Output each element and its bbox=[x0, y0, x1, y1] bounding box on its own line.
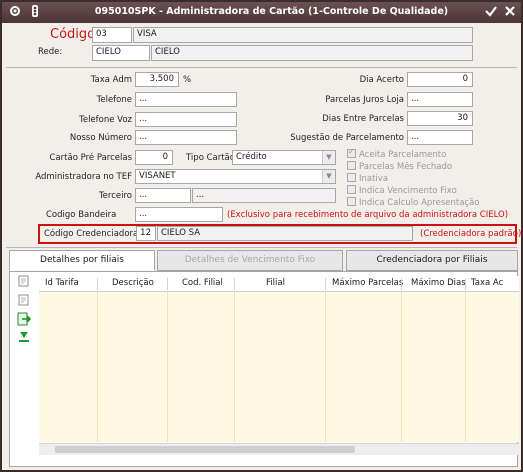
indica-calculo-checkbox[interactable]: Indica Calculo Apresentação bbox=[347, 197, 479, 208]
tipo-cartao-value: Crédito bbox=[236, 152, 267, 162]
aceita-parcelamento-label: Aceita Parcelamento bbox=[359, 150, 447, 160]
codigo-field[interactable]: 03 bbox=[92, 27, 132, 43]
grid-line bbox=[97, 292, 98, 442]
indica-vencimento-label: Indica Vencimento Fixo bbox=[359, 186, 457, 196]
cartao-pre-label: Cartão Pré Parcelas bbox=[49, 153, 132, 163]
checkbox-box[interactable] bbox=[347, 161, 356, 170]
checkbox-box[interactable] bbox=[347, 185, 356, 194]
indica-calculo-label: Indica Calculo Apresentação bbox=[359, 198, 480, 208]
window-title: 095010SPK - Administradora de Cartão (1-… bbox=[94, 6, 449, 17]
column-cod-filial[interactable]: Cod. Filial bbox=[182, 278, 223, 288]
dia-acerto-field[interactable]: 0 bbox=[407, 72, 473, 87]
tipo-cartao-label: Tipo Cartão bbox=[186, 153, 235, 163]
section-divider bbox=[6, 247, 517, 248]
telefone-field[interactable]: ... bbox=[135, 92, 237, 107]
grid-body[interactable] bbox=[39, 292, 519, 442]
traffic-light-icon[interactable] bbox=[26, 4, 43, 21]
add-row-icon[interactable] bbox=[17, 274, 31, 288]
chevron-down-icon[interactable]: ▼ bbox=[322, 151, 335, 164]
telefone-voz-label: Telefone Voz bbox=[79, 115, 132, 125]
grid-line bbox=[234, 292, 235, 442]
inativa-label: Inativa bbox=[359, 174, 389, 184]
header-divider bbox=[6, 67, 517, 68]
credenciadora-code-field[interactable]: 12 bbox=[136, 226, 156, 241]
parcelas-juros-field[interactable]: ... bbox=[407, 92, 473, 107]
indica-vencimento-checkbox[interactable]: Indica Vencimento Fixo bbox=[347, 185, 457, 196]
taxa-adm-field[interactable]: 3.500 bbox=[135, 72, 179, 87]
grid-line bbox=[401, 292, 402, 442]
adm-tef-value: VISANET bbox=[139, 171, 176, 181]
dia-acerto-label: Dia Acerto bbox=[359, 75, 404, 85]
column-id-tarifa[interactable]: Id Tarifa bbox=[45, 278, 79, 288]
adm-tef-label: Administradora no TEF bbox=[35, 172, 132, 182]
settings-icon[interactable] bbox=[6, 4, 23, 21]
sugestao-field[interactable]: ... bbox=[407, 130, 473, 145]
horizontal-scrollbar[interactable] bbox=[39, 443, 519, 455]
grid-line bbox=[325, 292, 326, 442]
grid-line bbox=[465, 292, 466, 442]
taxa-adm-label: Taxa Adm bbox=[90, 75, 132, 85]
telefone-voz-field[interactable]: ... bbox=[135, 112, 237, 127]
tipo-cartao-select[interactable]: Crédito ▼ bbox=[232, 150, 336, 165]
sugestao-label: Sugestão de Parcelamento bbox=[290, 133, 404, 143]
column-descricao[interactable]: Descrição bbox=[112, 278, 154, 288]
column-filial[interactable]: Filial bbox=[266, 278, 285, 288]
telefone-label: Telefone bbox=[96, 95, 132, 105]
card-admin-window: 095010SPK - Administradora de Cartão (1-… bbox=[0, 0, 523, 472]
rede-desc-field: CIELO bbox=[151, 45, 473, 61]
checkbox-box[interactable] bbox=[347, 173, 356, 182]
column-divider bbox=[325, 278, 326, 290]
nosso-numero-field[interactable]: ... bbox=[135, 130, 237, 145]
credenciadora-note: (Credenciadora padrão) bbox=[420, 229, 522, 239]
credenciadora-name-field: CIELO SA bbox=[157, 226, 413, 241]
aceita-parcelamento-checkbox[interactable]: Aceita Parcelamento bbox=[347, 147, 447, 160]
adm-tef-select[interactable]: VISANET ▼ bbox=[135, 169, 336, 184]
tab-credenciadora-filiais[interactable]: Credenciadora por Filiais bbox=[346, 250, 518, 271]
close-icon[interactable] bbox=[501, 4, 518, 21]
column-taxa[interactable]: Taxa Ac bbox=[471, 278, 503, 288]
rede-label: Rede: bbox=[38, 47, 63, 57]
column-maximo-parcelas[interactable]: Máximo Parcelas bbox=[332, 278, 403, 288]
scrollbar-thumb[interactable] bbox=[55, 446, 355, 453]
bandeira-label: Codigo Bandeira bbox=[46, 210, 117, 220]
check-icon[interactable] bbox=[482, 4, 499, 21]
parcelas-mes-checkbox[interactable]: Parcelas Mês Fechado bbox=[347, 161, 452, 172]
dias-entre-field[interactable]: 30 bbox=[407, 111, 473, 126]
nosso-numero-label: Nosso Número bbox=[69, 133, 132, 143]
download-icon[interactable] bbox=[17, 330, 31, 344]
column-divider bbox=[167, 278, 168, 290]
dias-entre-label: Dias Entre Parcelas bbox=[322, 114, 404, 124]
parcelas-juros-label: Parcelas Juros Loja bbox=[325, 95, 404, 105]
export-icon[interactable] bbox=[17, 312, 32, 326]
rede-code-field[interactable]: CIELO bbox=[92, 45, 150, 61]
column-divider bbox=[401, 278, 402, 290]
column-maximo-dias[interactable]: Máximo Dias bbox=[411, 278, 466, 288]
codigo-label: Código bbox=[50, 27, 96, 42]
column-divider bbox=[465, 278, 466, 290]
checkbox-box[interactable] bbox=[347, 197, 356, 206]
codigo-desc-field: VISA bbox=[133, 27, 473, 43]
tab-detalhes-filiais[interactable]: Detalhes por filiais bbox=[9, 250, 155, 271]
terceiro-label: Terceiro bbox=[98, 191, 132, 201]
column-divider bbox=[234, 278, 235, 290]
title-bar: 095010SPK - Administradora de Cartão (1-… bbox=[2, 2, 521, 23]
bandeira-field[interactable]: ... bbox=[135, 207, 223, 222]
bandeira-note: (Exclusivo para recebimento de arquivo d… bbox=[227, 210, 509, 220]
chevron-down-icon[interactable]: ▼ bbox=[322, 170, 335, 183]
credenciadora-label: Código Credenciadora bbox=[44, 229, 139, 239]
grid-line bbox=[167, 292, 168, 442]
taxa-adm-unit: % bbox=[183, 75, 192, 85]
cartao-pre-field[interactable]: 0 bbox=[135, 150, 173, 165]
checkbox-box[interactable] bbox=[347, 147, 356, 158]
terceiro-code-field[interactable]: ... bbox=[135, 188, 191, 203]
tab-vencimento-fixo[interactable]: Detalhes de Vencimento Fixo bbox=[157, 250, 343, 271]
inativa-checkbox[interactable]: Inativa bbox=[347, 173, 388, 184]
column-divider bbox=[97, 278, 98, 290]
remove-row-icon[interactable] bbox=[17, 293, 31, 307]
grid-header: Id Tarifa Descrição Cod. Filial Filial M… bbox=[39, 276, 519, 292]
terceiro-desc-field: ... bbox=[192, 188, 336, 203]
parcelas-mes-label: Parcelas Mês Fechado bbox=[359, 162, 453, 172]
